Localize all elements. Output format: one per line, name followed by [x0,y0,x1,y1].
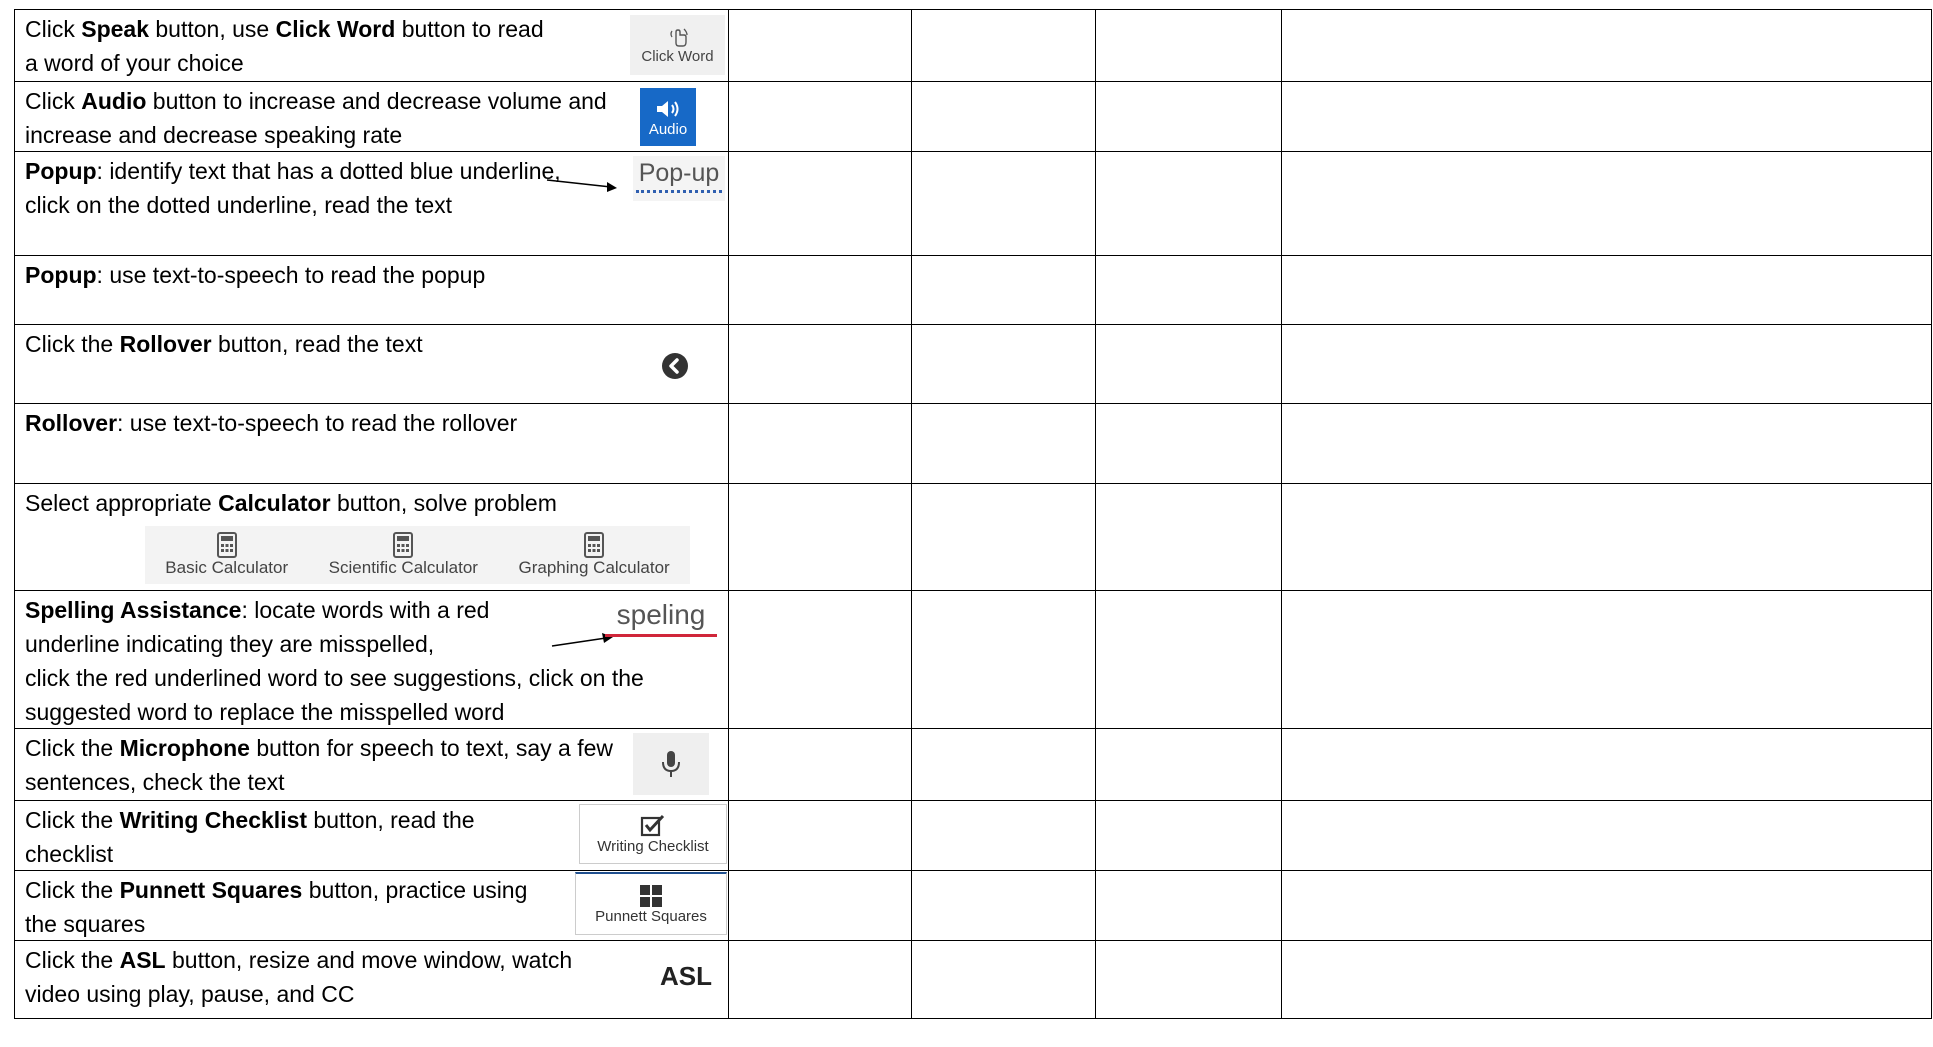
table-row: Click the Rollover button, read the text [14,324,1932,404]
row-text: Click the Writing Checklist button, read… [25,807,475,867]
grid-icon [640,884,662,907]
basic-calculator-button: Basic Calculator [165,532,288,578]
table-row: Spelling Assistance: locate words with a… [14,590,1932,729]
calculator-icon [584,532,605,558]
row-text: Click the ASL button, resize and move wi… [25,947,573,1007]
table-row: Click the Writing Checklist button, read… [14,800,1932,871]
checklist-icon [640,814,665,836]
row-text: Rollover: use text-to-speech to read the… [25,410,518,436]
row-text: Select appropriate Calculator button, so… [25,490,557,516]
calculator-icon [393,532,414,558]
hand-pointer-icon [669,28,688,47]
row-text: Popup: identify text that has a dotted b… [25,158,561,218]
scientific-calculator-button: Scientific Calculator [329,532,478,578]
calculator-icon [216,532,237,558]
graphing-calculator-button: Graphing Calculator [519,532,670,578]
checklist-table: Click Speak button, use Click Word butto… [14,9,1932,1019]
microphone-button [633,733,709,795]
row-text: Click Speak button, use Click Word butto… [25,16,544,76]
speaker-icon [657,100,679,117]
table-row: Select appropriate Calculator button, so… [14,483,1932,591]
row-text: Popup: use text-to-speech to read the po… [25,262,486,288]
table-row: Click the Punnett Squares button, practi… [14,870,1932,941]
arrow-icon [546,179,617,192]
popup-sample: Pop-up [633,156,725,201]
calculator-toolbar: Basic Calculator Scientific Calculator G… [145,526,690,584]
table-row: Popup: identify text that has a dotted b… [14,151,1932,256]
punnett-squares-button: Punnett Squares [575,872,727,935]
microphone-icon [662,751,680,777]
red-underline [605,634,717,637]
table-row: Popup: use text-to-speech to read the po… [14,255,1932,325]
spelling-sample: speling [605,597,717,637]
row-text: Click the Punnett Squares button, practi… [25,877,528,937]
table-row: Click the Microphone button for speech t… [14,728,1932,801]
row-text: Click the Microphone button for speech t… [25,735,614,795]
row-text: Click Audio button to increase and decre… [25,88,607,148]
table-row: Click Audio button to increase and decre… [14,81,1932,152]
row-text: Click the Rollover button, read the text [25,331,423,357]
writing-checklist-button: Writing Checklist [579,804,727,864]
table-row: Rollover: use text-to-speech to read the… [14,403,1932,484]
table-row: Click Speak button, use Click Word butto… [14,9,1932,82]
dotted-underline [636,190,722,193]
asl-icon: ASL [660,961,712,991]
click-word-button: Click Word [630,15,725,75]
audio-button: Audio [640,88,696,146]
table-row: Click the ASL button, resize and move wi… [14,940,1932,1019]
rollover-chevron-icon [662,353,688,379]
